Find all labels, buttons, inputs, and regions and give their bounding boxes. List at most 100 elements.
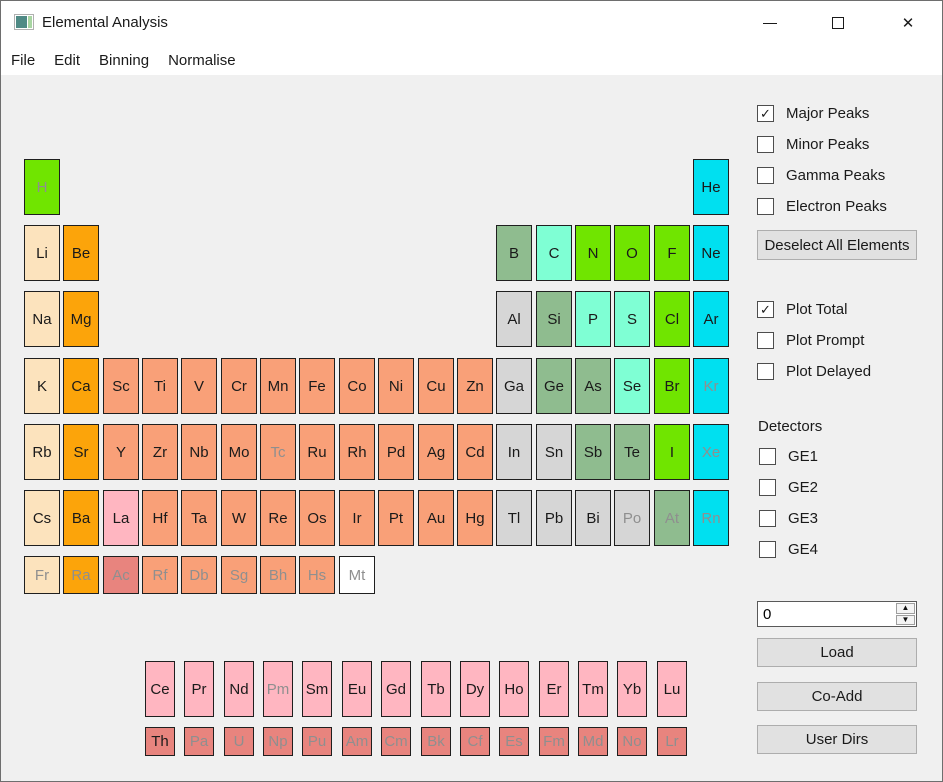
element-Pb[interactable]: Pb: [536, 490, 572, 546]
element-Sr[interactable]: Sr: [63, 424, 99, 480]
element-Co[interactable]: Co: [339, 358, 375, 414]
element-Au[interactable]: Au: [418, 490, 454, 546]
element-Nb[interactable]: Nb: [181, 424, 217, 480]
element-Ru[interactable]: Ru: [299, 424, 335, 480]
checkbox-minor-peaks[interactable]: Minor Peaks: [757, 129, 937, 160]
element-La[interactable]: La: [103, 490, 139, 546]
element-Al[interactable]: Al: [496, 291, 532, 347]
element-Ca[interactable]: Ca: [63, 358, 99, 414]
checkbox-major-peaks[interactable]: ✓Major Peaks: [757, 98, 937, 129]
element-Si[interactable]: Si: [536, 291, 572, 347]
element-W[interactable]: W: [221, 490, 257, 546]
element-Sc[interactable]: Sc: [103, 358, 139, 414]
element-Gd[interactable]: Gd: [381, 661, 411, 717]
element-Pd[interactable]: Pd: [378, 424, 414, 480]
menu-item-binning[interactable]: Binning: [99, 52, 149, 69]
element-Er[interactable]: Er: [539, 661, 569, 717]
checkbox-unchecked-icon[interactable]: [759, 479, 776, 496]
element-Rh[interactable]: Rh: [339, 424, 375, 480]
element-Dy[interactable]: Dy: [460, 661, 490, 717]
element-Bi[interactable]: Bi: [575, 490, 611, 546]
checkbox-plot-prompt[interactable]: Plot Prompt: [757, 325, 937, 356]
element-C[interactable]: C: [536, 225, 572, 281]
menu-item-file[interactable]: File: [11, 52, 35, 69]
element-Th[interactable]: Th: [145, 727, 175, 756]
element-Ti[interactable]: Ti: [142, 358, 178, 414]
element-B[interactable]: B: [496, 225, 532, 281]
element-F[interactable]: F: [654, 225, 690, 281]
element-K[interactable]: K: [24, 358, 60, 414]
element-Cl[interactable]: Cl: [654, 291, 690, 347]
element-Hg[interactable]: Hg: [457, 490, 493, 546]
element-Be[interactable]: Be: [63, 225, 99, 281]
checkbox-gamma-peaks[interactable]: Gamma Peaks: [757, 160, 937, 191]
element-Sn[interactable]: Sn: [536, 424, 572, 480]
checkbox-checked-icon[interactable]: ✓: [757, 301, 774, 318]
element-Ag[interactable]: Ag: [418, 424, 454, 480]
maximize-button[interactable]: [815, 1, 861, 45]
element-He[interactable]: He: [693, 159, 729, 215]
element-Yb[interactable]: Yb: [617, 661, 647, 717]
element-Mo[interactable]: Mo: [221, 424, 257, 480]
element-As[interactable]: As: [575, 358, 611, 414]
element-Cu[interactable]: Cu: [418, 358, 454, 414]
checkbox-unchecked-icon[interactable]: [759, 510, 776, 527]
element-Ni[interactable]: Ni: [378, 358, 414, 414]
element-Sm[interactable]: Sm: [302, 661, 332, 717]
element-S[interactable]: S: [614, 291, 650, 347]
checkbox-unchecked-icon[interactable]: [757, 332, 774, 349]
element-I[interactable]: I: [654, 424, 690, 480]
user-dirs-button[interactable]: User Dirs: [757, 725, 917, 754]
close-button[interactable]: ✕: [885, 1, 931, 45]
element-Te[interactable]: Te: [614, 424, 650, 480]
element-Li[interactable]: Li: [24, 225, 60, 281]
checkbox-unchecked-icon[interactable]: [757, 136, 774, 153]
spinbox-up-button[interactable]: ▲: [896, 603, 915, 614]
load-button[interactable]: Load: [757, 638, 917, 667]
element-Br[interactable]: Br: [654, 358, 690, 414]
element-Cs[interactable]: Cs: [24, 490, 60, 546]
element-Ta[interactable]: Ta: [181, 490, 217, 546]
element-Ge[interactable]: Ge: [536, 358, 572, 414]
element-Sb[interactable]: Sb: [575, 424, 611, 480]
element-Mn[interactable]: Mn: [260, 358, 296, 414]
element-Rb[interactable]: Rb: [24, 424, 60, 480]
element-Zn[interactable]: Zn: [457, 358, 493, 414]
checkbox-unchecked-icon[interactable]: [759, 448, 776, 465]
deselect-all-elements-button[interactable]: Deselect All Elements: [757, 230, 917, 260]
element-Tb[interactable]: Tb: [421, 661, 451, 717]
checkbox-ge2[interactable]: GE2: [759, 472, 939, 503]
element-Re[interactable]: Re: [260, 490, 296, 546]
element-Nd[interactable]: Nd: [224, 661, 254, 717]
checkbox-electron-peaks[interactable]: Electron Peaks: [757, 191, 937, 222]
element-Ar[interactable]: Ar: [693, 291, 729, 347]
spinbox-value[interactable]: 0: [758, 602, 895, 626]
element-Y[interactable]: Y: [103, 424, 139, 480]
element-Cd[interactable]: Cd: [457, 424, 493, 480]
element-Tl[interactable]: Tl: [496, 490, 532, 546]
element-P[interactable]: P: [575, 291, 611, 347]
checkbox-unchecked-icon[interactable]: [757, 198, 774, 215]
element-N[interactable]: N: [575, 225, 611, 281]
element-Na[interactable]: Na: [24, 291, 60, 347]
element-Os[interactable]: Os: [299, 490, 335, 546]
element-Cr[interactable]: Cr: [221, 358, 257, 414]
element-Pt[interactable]: Pt: [378, 490, 414, 546]
element-Eu[interactable]: Eu: [342, 661, 372, 717]
checkbox-plot-delayed[interactable]: Plot Delayed: [757, 356, 937, 387]
element-Ho[interactable]: Ho: [499, 661, 529, 717]
checkbox-ge3[interactable]: GE3: [759, 503, 939, 534]
element-Lu[interactable]: Lu: [657, 661, 687, 717]
checkbox-ge4[interactable]: GE4: [759, 534, 939, 565]
checkbox-unchecked-icon[interactable]: [757, 167, 774, 184]
element-Mg[interactable]: Mg: [63, 291, 99, 347]
spinbox[interactable]: 0 ▲ ▼: [757, 601, 917, 627]
element-Hf[interactable]: Hf: [142, 490, 178, 546]
minimize-button[interactable]: [747, 1, 793, 45]
menu-item-edit[interactable]: Edit: [54, 52, 80, 69]
element-Ga[interactable]: Ga: [496, 358, 532, 414]
element-V[interactable]: V: [181, 358, 217, 414]
element-Tm[interactable]: Tm: [578, 661, 608, 717]
checkbox-ge1[interactable]: GE1: [759, 441, 939, 472]
element-O[interactable]: O: [614, 225, 650, 281]
